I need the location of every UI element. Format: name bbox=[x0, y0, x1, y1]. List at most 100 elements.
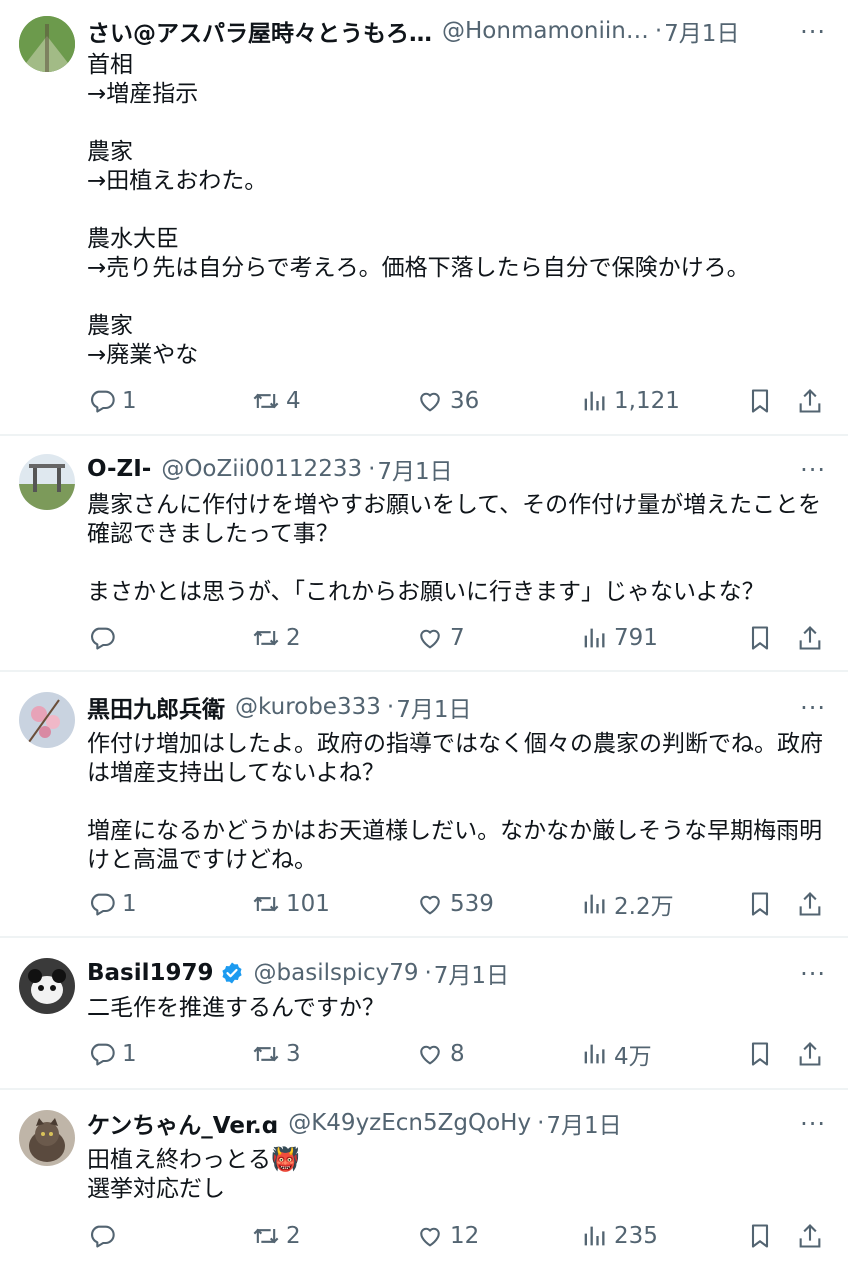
reply-icon bbox=[91, 627, 115, 650]
bookmark-button[interactable] bbox=[746, 884, 774, 924]
user-handle[interactable]: @kurobe333 bbox=[235, 694, 381, 720]
bookmark-button[interactable] bbox=[746, 618, 774, 658]
like-count: 7 bbox=[450, 625, 465, 651]
tweet[interactable]: ケンちゃん_Ver.ɑ @K49yzEcn5ZgQoHy · 7月1日 ··· … bbox=[0, 1090, 848, 1268]
avatar[interactable] bbox=[19, 1110, 75, 1166]
like-count: 539 bbox=[450, 891, 494, 917]
avatar[interactable] bbox=[19, 16, 75, 72]
post-date[interactable]: 7月1日 bbox=[377, 452, 452, 486]
retweet-icon bbox=[253, 1046, 279, 1062]
bookmark-icon bbox=[751, 892, 769, 916]
views-button[interactable]: 235 bbox=[580, 1216, 658, 1256]
tweet[interactable]: さい@アスパラ屋時々とうもろ… @Honmamoniin… · 7月1日 ···… bbox=[0, 0, 848, 436]
tweet[interactable]: Basil1979 @basilspicy79 · 7月1日 ··· 二毛作を推… bbox=[0, 938, 848, 1090]
view-count: 1,121 bbox=[614, 388, 680, 414]
view-count: 4万 bbox=[614, 1044, 652, 1070]
user-handle[interactable]: @Honmamoniin… bbox=[442, 18, 649, 44]
retweet-count: 101 bbox=[286, 891, 330, 917]
share-button[interactable] bbox=[796, 884, 824, 924]
post-date[interactable]: 7月1日 bbox=[396, 690, 471, 724]
share-button[interactable] bbox=[796, 618, 824, 658]
views-chart-icon bbox=[584, 391, 605, 411]
views-button[interactable]: 1,121 bbox=[580, 381, 680, 421]
like-button[interactable]: 8 bbox=[416, 1034, 465, 1074]
avatar[interactable] bbox=[19, 454, 75, 510]
display-name[interactable]: O-ZI- bbox=[87, 456, 151, 482]
bookmark-icon bbox=[751, 389, 769, 413]
reply-button[interactable] bbox=[88, 618, 122, 658]
share-icon bbox=[799, 1042, 821, 1066]
display-name[interactable]: Basil1979 bbox=[87, 960, 214, 986]
tweet-text: 首相 →増産指示 農家 →田植えおわた。 農水大臣 →売り先は自分らで考えろ。価… bbox=[87, 52, 750, 368]
bookmark-icon bbox=[751, 626, 769, 650]
more-options-button[interactable]: ··· bbox=[800, 456, 826, 484]
verified-badge-icon bbox=[221, 962, 242, 984]
view-count: 791 bbox=[614, 625, 658, 651]
share-button[interactable] bbox=[796, 1034, 824, 1074]
separator-dot: · bbox=[654, 18, 663, 44]
post-date[interactable]: 7月1日 bbox=[434, 956, 509, 990]
avatar[interactable] bbox=[19, 958, 75, 1014]
reply-button[interactable]: 1 bbox=[88, 1034, 137, 1074]
post-date[interactable]: 7月1日 bbox=[664, 14, 739, 48]
reply-button[interactable] bbox=[88, 1216, 122, 1256]
tweet[interactable]: O-ZI- @OoZii00112233 · 7月1日 ··· 農家さんに作付け… bbox=[0, 436, 848, 672]
share-icon bbox=[799, 892, 821, 916]
display-name[interactable]: さい@アスパラ屋時々とうもろ… bbox=[87, 14, 432, 48]
heart-icon bbox=[420, 629, 440, 649]
bookmark-button[interactable] bbox=[746, 1034, 774, 1074]
share-icon bbox=[799, 626, 821, 650]
like-button[interactable]: 12 bbox=[416, 1216, 479, 1256]
share-icon bbox=[799, 389, 821, 413]
like-button[interactable]: 7 bbox=[416, 618, 465, 658]
reply-count: 1 bbox=[122, 1041, 137, 1067]
retweet-button[interactable]: 4 bbox=[252, 381, 301, 421]
views-button[interactable]: 2.2万 bbox=[580, 884, 674, 924]
tweet[interactable]: 黒田九郎兵衛 @kurobe333 · 7月1日 ··· 作付け増加はしたよ。政… bbox=[0, 672, 848, 938]
share-icon bbox=[799, 1224, 821, 1248]
reply-button[interactable]: 1 bbox=[88, 381, 137, 421]
bookmark-button[interactable] bbox=[746, 381, 774, 421]
reply-icon bbox=[91, 1043, 115, 1066]
tweet-text: 田植え終わっとる👹 選挙対応だし bbox=[87, 1147, 300, 1202]
more-options-button[interactable]: ··· bbox=[800, 1110, 826, 1138]
share-button[interactable] bbox=[796, 381, 824, 421]
post-date[interactable]: 7月1日 bbox=[546, 1106, 621, 1140]
like-button[interactable]: 36 bbox=[416, 381, 479, 421]
display-name[interactable]: ケンちゃん_Ver.ɑ bbox=[87, 1106, 278, 1140]
separator-dot: · bbox=[537, 1110, 545, 1136]
share-button[interactable] bbox=[796, 1216, 824, 1256]
like-button[interactable]: 539 bbox=[416, 884, 494, 924]
tweet-text: 農家さんに作付けを増やすお願いをして、その作付け量が増えたことを確認できましたっ… bbox=[87, 492, 822, 605]
display-name[interactable]: 黒田九郎兵衛 bbox=[87, 690, 225, 724]
views-button[interactable]: 791 bbox=[580, 618, 658, 658]
more-options-button[interactable]: ··· bbox=[800, 18, 826, 46]
view-count: 235 bbox=[614, 1223, 658, 1249]
user-handle[interactable]: @basilspicy79 bbox=[254, 960, 419, 986]
retweet-button[interactable]: 2 bbox=[252, 1216, 301, 1256]
retweet-button[interactable]: 2 bbox=[252, 618, 301, 658]
retweet-icon bbox=[253, 630, 279, 646]
user-handle[interactable]: @OoZii00112233 bbox=[161, 456, 362, 482]
heart-icon bbox=[420, 1227, 440, 1247]
views-chart-icon bbox=[584, 628, 605, 648]
action-bar: 2 12 235 bbox=[0, 1216, 848, 1256]
retweet-button[interactable]: 101 bbox=[252, 884, 330, 924]
user-handle[interactable]: @K49yzEcn5ZgQoHy bbox=[288, 1110, 531, 1136]
more-options-button[interactable]: ··· bbox=[800, 960, 826, 988]
view-count: 2.2万 bbox=[614, 894, 674, 920]
retweet-count: 3 bbox=[286, 1041, 301, 1067]
like-count: 8 bbox=[450, 1041, 465, 1067]
views-chart-icon bbox=[584, 894, 605, 914]
views-chart-icon bbox=[584, 1226, 605, 1246]
reply-button[interactable]: 1 bbox=[88, 884, 137, 924]
retweet-button[interactable]: 3 bbox=[252, 1034, 301, 1074]
retweet-count: 2 bbox=[286, 625, 301, 651]
bookmark-button[interactable] bbox=[746, 1216, 774, 1256]
action-bar: 1 3 8 4万 bbox=[0, 1034, 848, 1074]
more-options-button[interactable]: ··· bbox=[800, 694, 826, 722]
avatar[interactable] bbox=[19, 692, 75, 748]
like-count: 12 bbox=[450, 1223, 480, 1249]
views-button[interactable]: 4万 bbox=[580, 1034, 652, 1074]
bookmark-icon bbox=[751, 1042, 769, 1066]
